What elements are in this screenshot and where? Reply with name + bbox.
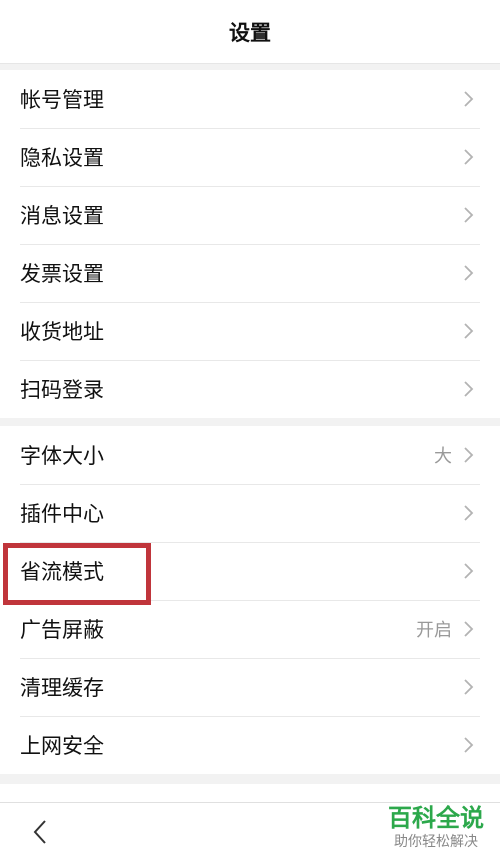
bottom-navigation-bar: 百科全说 助你轻松解决 (0, 802, 500, 860)
chevron-right-icon (462, 503, 474, 523)
settings-item-invoice[interactable]: 发票设置 (0, 244, 500, 302)
settings-item-clear-cache[interactable]: 清理缓存 (0, 658, 500, 716)
settings-item-ad-block[interactable]: 广告屏蔽 开启 (0, 600, 500, 658)
chevron-right-icon (462, 147, 474, 167)
chevron-right-icon (462, 561, 474, 581)
settings-item-label: 扫码登录 (20, 378, 104, 402)
settings-item-font-size[interactable]: 字体大小 大 (0, 426, 500, 484)
settings-item-scan-login[interactable]: 扫码登录 (0, 360, 500, 418)
chevron-right-icon (462, 735, 474, 755)
chevron-right-icon (462, 677, 474, 697)
settings-item-label: 上网安全 (20, 734, 104, 758)
settings-item-label: 发票设置 (20, 262, 104, 286)
settings-item-data-saver[interactable]: 省流模式 (0, 542, 500, 600)
settings-item-address[interactable]: 收货地址 (0, 302, 500, 360)
settings-item-messages[interactable]: 消息设置 (0, 186, 500, 244)
settings-item-label: 收货地址 (20, 320, 104, 344)
settings-group-general: 字体大小 大 插件中心 省流模式 广告屏蔽 开启 清理缓存 上网安全 (0, 426, 500, 774)
settings-item-label: 消息设置 (20, 204, 104, 228)
settings-item-web-security[interactable]: 上网安全 (0, 716, 500, 774)
page-title: 设置 (229, 20, 271, 45)
settings-item-label: 插件中心 (20, 502, 104, 526)
settings-item-privacy[interactable]: 隐私设置 (0, 128, 500, 186)
settings-group-account: 帐号管理 隐私设置 消息设置 发票设置 收货地址 扫码登录 (0, 70, 500, 418)
watermark-title: 百科全说 (388, 804, 484, 832)
settings-item-value: 大 (434, 446, 452, 467)
chevron-right-icon (462, 89, 474, 109)
chevron-right-icon (462, 263, 474, 283)
chevron-right-icon (462, 321, 474, 341)
chevron-right-icon (462, 379, 474, 399)
settings-item-value: 开启 (416, 620, 452, 641)
watermark-subtitle: 助你轻松解决 (394, 834, 478, 850)
settings-item-label: 广告屏蔽 (20, 618, 104, 642)
settings-item-label: 隐私设置 (20, 146, 104, 170)
settings-group-more (0, 784, 500, 802)
settings-item-label: 清理缓存 (20, 676, 104, 700)
settings-item-label: 帐号管理 (20, 88, 104, 112)
chevron-right-icon (462, 205, 474, 225)
back-arrow-icon[interactable] (26, 817, 54, 847)
chevron-right-icon (462, 619, 474, 639)
settings-item-label: 字体大小 (20, 444, 104, 468)
settings-item-plugin-center[interactable]: 插件中心 (0, 484, 500, 542)
chevron-right-icon (462, 445, 474, 465)
settings-item-account-management[interactable]: 帐号管理 (0, 70, 500, 128)
top-bar: 设置 (0, 0, 500, 64)
settings-item-label: 省流模式 (20, 560, 104, 584)
watermark-logo: 百科全说 助你轻松解决 (388, 803, 484, 851)
